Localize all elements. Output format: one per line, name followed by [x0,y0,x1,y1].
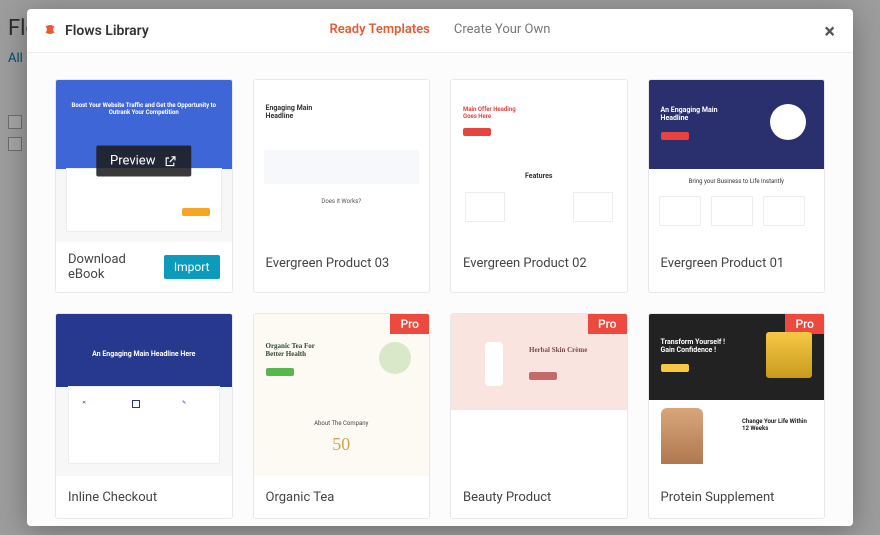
template-footer: Organic Tea [254,476,430,518]
preview-label: Preview [110,154,155,169]
template-footer: Evergreen Product 03 [254,242,430,284]
template-footer: Beauty Product [451,476,627,518]
template-thumbnail: An Engaging Main Headline Bring your Bus… [649,80,825,242]
template-footer: Protein Supplement [649,476,825,518]
template-card-organic-tea[interactable]: Pro Organic Tea For Better Health About … [253,313,431,519]
thumb-headline: Boost Your Website Traffic and Get the O… [66,102,222,116]
thumb-sub: About The Company [254,420,430,427]
thumb-headline: An Engaging Main Headline Here [56,350,232,358]
template-name: Beauty Product [463,490,551,505]
import-button[interactable]: Import [164,255,220,279]
thumb-headline: Organic Tea For Better Health [266,342,326,358]
thumb-sub: Change Your Life Within 12 Weeks [742,418,812,432]
preview-button[interactable]: Preview [96,146,191,177]
template-card-beauty-product[interactable]: Pro Herbal Skin Crème Beauty Product [450,313,628,519]
thumb-headline: Herbal Skin Crème [529,346,599,354]
template-name: Download eBook [68,252,156,282]
template-card-evergreen-03[interactable]: Engaging Main Headline Does it Works? Ev… [253,79,431,293]
thumb-headline: Engaging Main Headline [266,104,326,120]
cartflows-logo-icon [41,22,59,40]
brand: Flows Library [41,22,149,40]
modal-title: Flows Library [65,23,149,39]
template-card-evergreen-01[interactable]: An Engaging Main Headline Bring your Bus… [648,79,826,293]
template-card-inline-checkout[interactable]: An Engaging Main Headline Here ✕ ✎ Inlin… [55,313,233,519]
template-footer: Inline Checkout [56,476,232,518]
thumb-headline: An Engaging Main Headline [661,106,721,122]
template-card-download-ebook[interactable]: Boost Your Website Traffic and Get the O… [55,79,233,293]
template-footer: Download eBook Import [56,242,232,292]
template-thumbnail: Pro Organic Tea For Better Health About … [254,314,430,476]
thumb-headline: Main Offer Heading Goes Here [463,106,523,120]
template-thumbnail: Pro Transform Yourself ! Gain Confidence… [649,314,825,476]
template-name: Evergreen Product 02 [463,256,587,271]
template-thumbnail: Boost Your Website Traffic and Get the O… [56,80,232,242]
template-thumbnail: Engaging Main Headline Does it Works? [254,80,430,242]
modal-header: Flows Library Ready Templates Create You… [27,9,853,53]
template-name: Protein Supplement [661,490,775,505]
flows-library-modal: Flows Library Ready Templates Create You… [27,9,853,526]
template-card-protein-supplement[interactable]: Pro Transform Yourself ! Gain Confidence… [648,313,826,519]
template-thumbnail: An Engaging Main Headline Here ✕ ✎ [56,314,232,476]
template-name: Evergreen Product 01 [661,256,785,271]
thumb-sub: Bring your Business to Life Instantly [649,178,825,185]
template-name: Inline Checkout [68,490,157,505]
close-button[interactable]: × [820,19,839,43]
external-link-icon [163,154,177,168]
thumb-headline: Transform Yourself ! Gain Confidence ! [661,338,731,354]
thumb-features: Features [451,172,627,180]
template-card-evergreen-02[interactable]: Main Offer Heading Goes Here Features Ev… [450,79,628,293]
template-thumbnail: Main Offer Heading Goes Here Features [451,80,627,242]
template-name: Evergreen Product 03 [266,256,390,271]
template-name: Organic Tea [266,490,335,505]
template-footer: Evergreen Product 01 [649,242,825,284]
template-thumbnail: Pro Herbal Skin Crème [451,314,627,476]
template-footer: Evergreen Product 02 [451,242,627,284]
